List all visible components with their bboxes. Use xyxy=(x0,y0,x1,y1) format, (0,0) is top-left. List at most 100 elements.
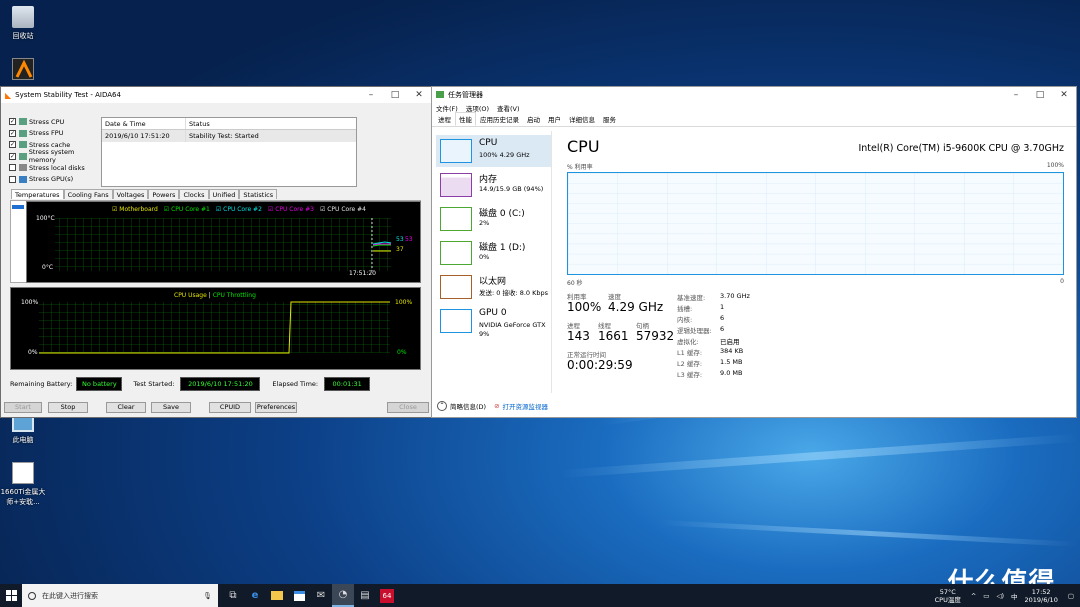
resource-item-memory[interactable]: 内存 14.9/15.9 GB (94%) xyxy=(436,169,551,201)
close-button[interactable]: Close xyxy=(387,402,429,413)
store-icon[interactable] xyxy=(288,584,310,607)
tm-tabs: 进程 性能 应用历史记录 启动 用户 详细信息 服务 xyxy=(432,112,1076,127)
graph-max: 100% xyxy=(1046,162,1064,169)
disk1-thumbnail xyxy=(440,241,472,265)
status-log-table[interactable]: Date & Time Status 2019/6/10 17:51:20 St… xyxy=(101,117,357,187)
tm-footer: ⌃ 简略信息(D) ⊘ 打开资源监视器 xyxy=(432,397,1076,415)
legend-cpu-core-1[interactable]: ☑ CPU Core #1 xyxy=(164,206,210,213)
volume-icon[interactable]: ◁) xyxy=(996,592,1004,600)
desktop-icon-label: 1660Ti金属大师+安耽... xyxy=(0,488,46,506)
tab-services[interactable]: 服务 xyxy=(599,112,620,126)
edge-icon[interactable]: e xyxy=(244,584,266,607)
stop-button[interactable]: Stop xyxy=(48,402,88,413)
mail-icon[interactable]: ✉ xyxy=(310,584,332,607)
tab-temperatures[interactable]: Temperatures xyxy=(11,189,64,199)
clear-button[interactable]: Clear xyxy=(106,402,146,413)
minimize-button[interactable]: – xyxy=(359,90,383,100)
system-tray: 57°C CPU温度 ^ ▭ ◁) 中 17:52 2019/6/10 ▢ xyxy=(935,584,1080,607)
resource-item-cpu[interactable]: CPU 100% 4.29 GHz xyxy=(436,135,551,167)
gpu-thumbnail xyxy=(440,309,472,333)
resource-monitor-link[interactable]: 打开资源监视器 xyxy=(503,401,549,411)
cpuid-button[interactable]: CPUID xyxy=(209,402,251,413)
utilization-value: 100% xyxy=(567,300,602,314)
tab-processes[interactable]: 进程 xyxy=(434,112,455,126)
fewer-details-link[interactable]: 简略信息(D) xyxy=(450,401,486,411)
desktop-icon-label: 此电脑 xyxy=(12,436,34,444)
aida64-taskbar-icon[interactable]: 64 xyxy=(376,584,398,607)
start-button[interactable] xyxy=(0,584,22,607)
stress-fpu-checkbox[interactable]: ✓ Stress FPU xyxy=(9,128,101,140)
tab-unified[interactable]: Unified xyxy=(208,189,240,199)
stress-cpu-checkbox[interactable]: ✓ Stress CPU xyxy=(9,116,101,128)
tab-cooling-fans[interactable]: Cooling Fans xyxy=(63,189,113,199)
aida-app-icon: ◣ xyxy=(5,90,12,100)
taskbar-search-input[interactable]: 在此键入进行搜索 🎙 xyxy=(22,584,218,607)
input-method-icon[interactable]: 中 xyxy=(1011,591,1018,601)
elapsed-label: Elapsed Time: xyxy=(272,380,319,388)
tab-powers[interactable]: Powers xyxy=(148,189,180,199)
stress-gpu-checkbox[interactable]: Stress GPU(s) xyxy=(9,174,101,186)
resource-item-disk0[interactable]: 磁盘 0 (C:) 2% xyxy=(436,203,551,235)
close-window-button[interactable]: ✕ xyxy=(407,90,431,100)
legend-motherboard[interactable]: ☑ Motherboard xyxy=(112,206,158,213)
tab-clocks[interactable]: Clocks xyxy=(179,189,209,199)
tm-titlebar[interactable]: 任务管理器 – □ ✕ xyxy=(432,87,1076,102)
resource-item-disk1[interactable]: 磁盘 1 (D:) 0% xyxy=(436,237,551,269)
chevron-up-icon[interactable]: ⌃ xyxy=(437,401,447,411)
close-window-button[interactable]: ✕ xyxy=(1052,90,1076,100)
cpu-heading: CPU xyxy=(567,137,600,156)
cpu-temp-widget[interactable]: 57°C CPU温度 xyxy=(935,588,961,604)
tab-voltages[interactable]: Voltages xyxy=(112,189,149,199)
legend-cpu-core-2[interactable]: ☑ CPU Core #2 xyxy=(216,206,262,213)
microphone-icon[interactable]: 🎙 xyxy=(203,592,212,600)
maximize-button[interactable]: □ xyxy=(383,90,407,100)
maximize-button[interactable]: □ xyxy=(1028,90,1052,100)
legend-cpu-usage[interactable]: CPU Usage xyxy=(174,292,207,299)
chevron-up-icon[interactable]: ^ xyxy=(971,592,976,600)
preferences-button[interactable]: Preferences xyxy=(255,402,297,413)
tab-details[interactable]: 详细信息 xyxy=(565,112,599,126)
clock[interactable]: 17:52 2019/6/10 xyxy=(1025,588,1058,604)
temperature-panel: ☑ Motherboard ☑ CPU Core #1 ☑ CPU Core #… xyxy=(10,200,421,283)
aida-titlebar[interactable]: ◣ System Stability Test - AIDA64 – □ ✕ xyxy=(1,87,431,103)
temp-reading: 53 xyxy=(396,236,404,243)
graph-time: 60 秒 xyxy=(567,280,583,287)
table-row[interactable]: 2019/6/10 17:51:20 Stability Test: Start… xyxy=(102,130,356,142)
legend-cpu-throttling[interactable]: CPU Throttling xyxy=(213,292,256,299)
task-manager-icon xyxy=(436,91,444,98)
aida64-window[interactable]: ◣ System Stability Test - AIDA64 – □ ✕ ✓… xyxy=(0,86,432,418)
cpu-thumbnail xyxy=(440,139,472,163)
tab-startup[interactable]: 启动 xyxy=(523,112,544,126)
legend-cpu-core-3[interactable]: ☑ CPU Core #3 xyxy=(268,206,314,213)
tab-performance[interactable]: 性能 xyxy=(455,112,476,126)
start-button[interactable]: Start xyxy=(4,402,42,413)
tab-users[interactable]: 用户 xyxy=(544,112,565,126)
ethernet-thumbnail xyxy=(440,275,472,299)
temp-ymax: 100°C xyxy=(36,215,55,222)
uptime-value: 0:00:29:59 xyxy=(567,358,633,372)
monitor-app-icon[interactable]: ▤ xyxy=(354,584,376,607)
battery-label: Remaining Battery: xyxy=(10,380,73,388)
network-icon[interactable]: ▭ xyxy=(983,592,989,600)
sensor-scrollbar[interactable] xyxy=(12,205,24,209)
task-manager-taskbar-icon[interactable]: ◔ xyxy=(332,584,354,607)
desktop-icon-folder[interactable]: 1660Ti金属大师+安耽... xyxy=(0,462,46,507)
window-title: 任务管理器 xyxy=(448,90,483,99)
task-manager-window[interactable]: 任务管理器 – □ ✕ 文件(F) 选项(O) 查看(V) 进程 性能 应用历史… xyxy=(431,86,1077,418)
save-button[interactable]: Save xyxy=(151,402,191,413)
temp-reading: 53 xyxy=(405,236,413,243)
cpu-icon xyxy=(19,118,27,126)
resource-item-ethernet[interactable]: 以太网 发送: 0 接收: 8.0 Kbps xyxy=(436,271,551,303)
minimize-button[interactable]: – xyxy=(1004,90,1028,100)
tab-app-history[interactable]: 应用历史记录 xyxy=(476,112,523,126)
notifications-icon[interactable]: ▢ xyxy=(1068,592,1074,600)
battery-value: No battery xyxy=(76,377,123,391)
resource-item-gpu[interactable]: GPU 0 NVIDIA GeForce GTX 9% xyxy=(436,305,551,345)
task-view-icon[interactable]: ⧉ xyxy=(222,584,244,607)
desktop-icon-recycle-bin[interactable]: 回收站 xyxy=(0,6,46,41)
legend-cpu-core-4[interactable]: ☑ CPU Core #4 xyxy=(320,206,366,213)
file-explorer-icon[interactable] xyxy=(266,584,288,607)
tab-statistics[interactable]: Statistics xyxy=(239,189,278,199)
stress-memory-checkbox[interactable]: ✓ Stress system memory xyxy=(9,148,101,164)
desktop-icon-aida[interactable] xyxy=(0,58,46,83)
